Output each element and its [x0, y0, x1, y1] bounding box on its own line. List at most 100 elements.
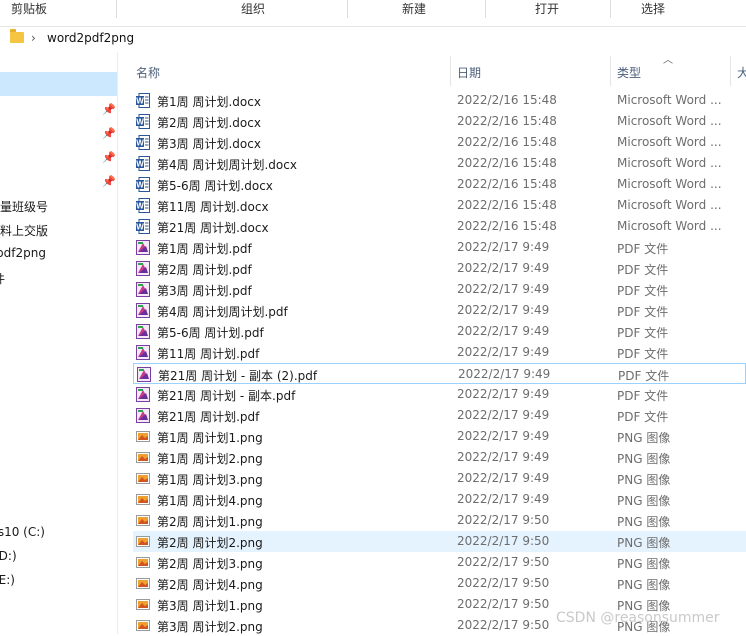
- file-name[interactable]: 第21周 周计划 - 副本.pdf: [157, 387, 295, 404]
- ribbon-group-organize[interactable]: 组织: [241, 0, 265, 20]
- column-header-bar: 名称 日期 类型 ︿ 大: [118, 52, 746, 88]
- file-date: 2022/2/17 9:49: [457, 261, 550, 275]
- file-name[interactable]: 第2周 周计划2.png: [157, 534, 263, 551]
- file-name[interactable]: 第1周 周计划4.png: [157, 492, 263, 509]
- pane-divider[interactable]: [117, 52, 118, 634]
- ribbon-group-select[interactable]: 选择: [641, 0, 665, 20]
- file-name[interactable]: 第3周 周计划1.png: [157, 597, 263, 614]
- column-header-date[interactable]: 日期: [457, 64, 481, 81]
- file-name[interactable]: 第11周 周计划.pdf: [157, 345, 259, 362]
- file-name[interactable]: 第21周 周计划 - 副本 (2).pdf: [158, 367, 317, 384]
- column-header-name[interactable]: 名称: [136, 64, 160, 81]
- nav-item[interactable]: 件: [0, 270, 5, 287]
- chevron-right-icon[interactable]: ›: [31, 31, 36, 45]
- file-name[interactable]: 第21周 周计划.pdf: [157, 408, 259, 425]
- file-name[interactable]: 第21周 周计划.docx: [157, 219, 269, 236]
- svg-text:W: W: [136, 160, 144, 169]
- file-row[interactable]: 第2周 周计划.pdf 2022/2/17 9:49 PDF 文件: [133, 258, 746, 279]
- nav-drive-e[interactable]: (E:): [0, 573, 15, 587]
- word-icon: W: [136, 156, 150, 171]
- file-date: 2022/2/16 15:48: [457, 135, 557, 149]
- file-name[interactable]: 第1周 周计划.pdf: [157, 240, 252, 257]
- column-header-size[interactable]: 大: [737, 64, 746, 81]
- column-separator[interactable]: [610, 56, 611, 86]
- ribbon-group-clipboard[interactable]: 剪贴板: [11, 0, 47, 20]
- file-row[interactable]: 第1周 周计划1.png 2022/2/17 9:49 PNG 图像: [133, 426, 746, 447]
- file-row[interactable]: 第3周 周计划.pdf 2022/2/17 9:49 PDF 文件: [133, 279, 746, 300]
- file-row[interactable]: W 第11周 周计划.docx 2022/2/16 15:48 Microsoft W…: [133, 195, 746, 216]
- column-separator[interactable]: [450, 56, 451, 86]
- file-row[interactable]: 第2周 周计划2.png 2022/2/17 9:50 PNG 图像: [133, 531, 746, 552]
- ribbon-group-new[interactable]: 新建: [402, 0, 426, 20]
- svg-text:W: W: [136, 97, 144, 106]
- pin-icon[interactable]: 📌: [102, 127, 116, 140]
- file-row[interactable]: 第21周 周计划 - 副本.pdf 2022/2/17 9:49 PDF 文件: [133, 384, 746, 405]
- file-name[interactable]: 第2周 周计划.docx: [157, 114, 261, 131]
- file-name[interactable]: 第2周 周计划4.png: [157, 576, 263, 593]
- png-icon: [136, 492, 150, 507]
- file-type: PNG 图像: [617, 578, 671, 592]
- file-name[interactable]: 第1周 周计划3.png: [157, 471, 263, 488]
- pdf-icon: [136, 408, 150, 423]
- file-row[interactable]: W 第3周 周计划.docx 2022/2/16 15:48 Microsoft Wo…: [133, 132, 746, 153]
- file-name[interactable]: 第2周 周计划.pdf: [157, 261, 252, 278]
- file-date: 2022/2/17 9:49: [457, 324, 550, 338]
- file-row[interactable]: 第5-6周 周计划.pdf 2022/2/17 9:49 PDF 文件: [133, 321, 746, 342]
- file-name[interactable]: 第4周 周计划周计划.pdf: [157, 303, 288, 320]
- file-row[interactable]: 第4周 周计划周计划.pdf 2022/2/17 9:49 PDF 文件: [133, 300, 746, 321]
- nav-item[interactable]: 批量班级号: [0, 198, 48, 215]
- pin-icon[interactable]: 📌: [102, 103, 116, 116]
- file-name[interactable]: 第1周 周计划.docx: [157, 93, 261, 110]
- file-date: 2022/2/17 9:49: [457, 492, 550, 506]
- file-row[interactable]: 第2周 周计划4.png 2022/2/17 9:50 PNG 图像: [133, 573, 746, 594]
- file-row[interactable]: 第1周 周计划2.png 2022/2/17 9:49 PNG 图像: [133, 447, 746, 468]
- address-bar[interactable]: › word2pdf2png: [0, 26, 746, 53]
- file-row[interactable]: 第1周 周计划3.png 2022/2/17 9:49 PNG 图像: [133, 468, 746, 489]
- file-name[interactable]: 第11周 周计划.docx: [157, 198, 269, 215]
- nav-item[interactable]: pdf2png: [0, 246, 46, 260]
- file-name[interactable]: 第4周 周计划周计划.docx: [157, 156, 297, 173]
- file-name[interactable]: 第1周 周计划2.png: [157, 450, 263, 467]
- file-row[interactable]: W 第4周 周计划周计划.docx 2022/2/16 15:48 Microsoft…: [133, 153, 746, 174]
- file-row[interactable]: 第21周 周计划 - 副本 (2).pdf 2022/2/17 9:49 PDF 文…: [133, 363, 746, 384]
- file-date: 2022/2/17 9:49: [457, 387, 550, 401]
- file-type: Microsoft Word ...: [617, 156, 722, 170]
- file-name[interactable]: 第5-6周 周计划.docx: [157, 177, 273, 194]
- file-row[interactable]: W 第21周 周计划.docx 2022/2/16 15:48 Microsoft W…: [133, 216, 746, 237]
- file-name[interactable]: 第3周 周计划.docx: [157, 135, 261, 152]
- file-type: Microsoft Word ...: [617, 93, 722, 107]
- word-icon: W: [136, 114, 150, 129]
- svg-text:W: W: [136, 223, 144, 232]
- nav-item[interactable]: 资料上交版: [0, 222, 48, 239]
- file-row[interactable]: 第2周 周计划1.png 2022/2/17 9:50 PNG 图像: [133, 510, 746, 531]
- file-name[interactable]: 第1周 周计划1.png: [157, 429, 263, 446]
- file-name[interactable]: 第2周 周计划1.png: [157, 513, 263, 530]
- pin-icon[interactable]: 📌: [102, 175, 116, 188]
- pin-icon[interactable]: 📌: [102, 151, 116, 164]
- column-header-type[interactable]: 类型: [617, 64, 641, 81]
- address-path[interactable]: word2pdf2png: [47, 31, 134, 45]
- file-name[interactable]: 第3周 周计划.pdf: [157, 282, 252, 299]
- file-date: 2022/2/17 9:49: [457, 471, 550, 485]
- file-row[interactable]: 第1周 周计划.pdf 2022/2/17 9:49 PDF 文件: [133, 237, 746, 258]
- file-name[interactable]: 第3周 周计划2.png: [157, 618, 263, 635]
- file-date: 2022/2/16 15:48: [457, 93, 557, 107]
- nav-drive-c[interactable]: ws10 (C:): [0, 525, 45, 539]
- file-date: 2022/2/17 9:50: [457, 597, 550, 611]
- file-row[interactable]: W 第2周 周计划.docx 2022/2/16 15:48 Microsoft Wo…: [133, 111, 746, 132]
- ribbon-group-open[interactable]: 打开: [535, 0, 559, 20]
- nav-drive-d[interactable]: (D:): [0, 549, 17, 563]
- file-type: PDF 文件: [617, 242, 669, 256]
- png-icon: [136, 534, 150, 549]
- column-separator[interactable]: [730, 56, 731, 86]
- file-row[interactable]: 第11周 周计划.pdf 2022/2/17 9:49 PDF 文件: [133, 342, 746, 363]
- file-row[interactable]: W 第5-6周 周计划.docx 2022/2/16 15:48 Microsoft …: [133, 174, 746, 195]
- file-row[interactable]: 第21周 周计划.pdf 2022/2/17 9:49 PDF 文件: [133, 405, 746, 426]
- file-date: 2022/2/17 9:49: [457, 282, 550, 296]
- file-name[interactable]: 第2周 周计划3.png: [157, 555, 263, 572]
- file-row[interactable]: W 第1周 周计划.docx 2022/2/16 15:48 Microsoft Wo…: [133, 90, 746, 111]
- file-name[interactable]: 第5-6周 周计划.pdf: [157, 324, 264, 341]
- file-row[interactable]: 第1周 周计划4.png 2022/2/17 9:49 PNG 图像: [133, 489, 746, 510]
- nav-selected-item[interactable]: [0, 72, 117, 96]
- file-row[interactable]: 第2周 周计划3.png 2022/2/17 9:50 PNG 图像: [133, 552, 746, 573]
